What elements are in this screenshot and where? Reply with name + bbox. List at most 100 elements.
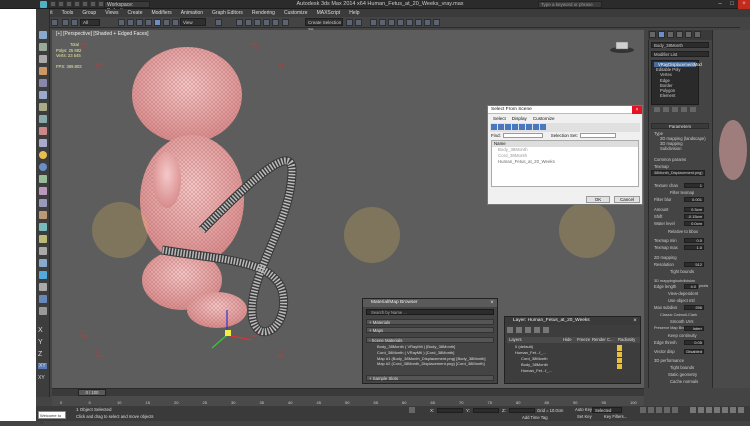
tool-3-icon[interactable] xyxy=(39,55,47,63)
manipulate-icon[interactable] xyxy=(236,19,243,26)
cache-normals-checkbox[interactable]: Cache normals xyxy=(670,379,698,384)
layer-tool-icon[interactable] xyxy=(543,327,549,333)
save-icon[interactable] xyxy=(66,1,72,7)
key-filters-button[interactable]: Key Filters... xyxy=(604,414,627,419)
auto-key-button[interactable]: Auto Key xyxy=(575,407,592,412)
object-name-field[interactable]: Body_38Month xyxy=(651,42,709,48)
ok-button[interactable]: OK xyxy=(586,196,610,203)
modifier-list-dropdown[interactable]: Modifier List xyxy=(651,51,709,57)
zoom-icon[interactable] xyxy=(690,407,696,413)
texmap-min-spinner[interactable]: 0.0 xyxy=(684,238,704,243)
set-key-button[interactable]: Set Key xyxy=(577,414,592,419)
play-icon[interactable] xyxy=(656,407,662,413)
menu-views[interactable]: Views xyxy=(105,10,118,16)
col-render[interactable]: Render xyxy=(592,337,607,343)
sun-icon[interactable] xyxy=(39,151,47,159)
hold-icon[interactable] xyxy=(90,1,96,7)
filter-blur-spinner[interactable]: 0.001 xyxy=(684,197,704,202)
radiosity-icon[interactable] xyxy=(617,358,622,363)
menu-group[interactable]: Group xyxy=(82,10,96,16)
shift-spinner[interactable]: -0.15cm xyxy=(684,214,704,219)
new-icon[interactable] xyxy=(50,1,56,7)
schematic-view-icon[interactable] xyxy=(397,19,404,26)
tool-5-icon[interactable] xyxy=(39,79,47,87)
viewport-label[interactable]: [+] [Perspective] [Shaded + Edged Faces] xyxy=(56,31,149,37)
browser-search[interactable]: Search by Name ... xyxy=(366,309,494,315)
tool-15-icon[interactable] xyxy=(39,199,47,207)
tool-9-icon[interactable] xyxy=(39,127,47,135)
filter-texmap-checkbox[interactable]: Filter texmap xyxy=(670,190,694,195)
layer-tool-icon[interactable] xyxy=(534,327,540,333)
tab-select[interactable]: Select xyxy=(493,116,506,121)
smooth-uvs-checkbox[interactable]: Smooth UVs xyxy=(670,319,694,324)
sphere-icon[interactable] xyxy=(39,163,47,171)
tool-22-icon[interactable] xyxy=(39,283,47,291)
spinner-snap-icon[interactable] xyxy=(272,19,279,26)
x-coord-field[interactable] xyxy=(437,408,463,413)
material-editor-icon[interactable] xyxy=(406,19,413,26)
selection-set-dropdown[interactable] xyxy=(579,133,616,138)
goto-start-icon[interactable] xyxy=(640,407,646,413)
maxscript-listener[interactable]: Welcome to M xyxy=(38,411,66,425)
goto-end-icon[interactable] xyxy=(672,407,678,413)
make-unique-icon[interactable] xyxy=(672,107,678,112)
relative-bbox-checkbox[interactable]: Relative to bbox xyxy=(668,229,698,234)
lock-icon[interactable] xyxy=(409,407,415,413)
vector-disp-dropdown[interactable]: Disabled xyxy=(684,349,704,354)
list-item[interactable]: Map #2 (Cord_38Month_Displacement.png) [… xyxy=(369,361,494,367)
unlink-icon[interactable] xyxy=(71,19,78,26)
add-time-tag[interactable]: Add Time Tag xyxy=(522,415,548,420)
col-radiosity[interactable]: Radiosity xyxy=(618,337,635,343)
zoom-all-icon[interactable] xyxy=(698,407,704,413)
time-slider-thumb[interactable]: 0 / 100 xyxy=(78,389,106,396)
radio-subdivision[interactable]: Subdivision xyxy=(660,146,681,151)
edge-length-spinner[interactable]: 4.0 xyxy=(684,284,698,289)
percent-snap-icon[interactable] xyxy=(263,19,270,26)
radiosity-icon[interactable] xyxy=(617,352,622,357)
resolution-spinner[interactable]: 512 xyxy=(684,262,704,267)
filter-icon[interactable] xyxy=(512,124,518,130)
col-freeze[interactable]: Freeze xyxy=(577,337,592,343)
viewcube[interactable] xyxy=(610,41,634,53)
modify-tab-icon[interactable] xyxy=(658,31,665,38)
render-setup-icon[interactable] xyxy=(415,19,422,26)
tool-10-icon[interactable] xyxy=(39,139,47,147)
prev-frame-icon[interactable] xyxy=(648,407,654,413)
fov-icon[interactable] xyxy=(722,407,728,413)
motion-tab-icon[interactable] xyxy=(676,31,683,38)
tool-4-icon[interactable] xyxy=(39,67,47,75)
link-icon[interactable] xyxy=(62,19,69,26)
snap-toggle-icon[interactable] xyxy=(245,19,252,26)
rect-selection-icon[interactable] xyxy=(136,19,143,26)
tool-16-icon[interactable] xyxy=(39,211,47,219)
layer-tool-icon[interactable] xyxy=(507,327,513,333)
select-by-name-icon[interactable] xyxy=(127,19,134,26)
col-hide[interactable]: Hide xyxy=(563,337,577,343)
create-tab-icon[interactable] xyxy=(649,31,656,38)
pan-icon[interactable] xyxy=(730,407,736,413)
water-level-spinner[interactable]: 0.0cm xyxy=(684,221,704,226)
menu-tools[interactable]: Tools xyxy=(62,10,74,16)
menu-modifiers[interactable]: Modifiers xyxy=(151,10,171,16)
time-slider[interactable]: 0 / 100 xyxy=(52,388,644,396)
filter-icon[interactable] xyxy=(540,124,546,130)
axis-z[interactable]: Z xyxy=(38,351,42,358)
z-coord-field[interactable] xyxy=(509,408,535,413)
layer-manager-icon[interactable] xyxy=(370,19,377,26)
layer-tool-icon[interactable] xyxy=(525,327,531,333)
app-logo-icon[interactable] xyxy=(40,1,47,8)
undo-icon[interactable] xyxy=(74,1,80,7)
stack-item[interactable]: Element xyxy=(654,93,696,98)
filter-icon[interactable] xyxy=(533,124,539,130)
parameters-rollout[interactable]: Parameters xyxy=(651,123,709,129)
tool-19-icon[interactable] xyxy=(39,247,47,255)
col-color[interactable]: C... xyxy=(607,337,618,343)
angle-snap-icon[interactable] xyxy=(254,19,261,26)
redo-icon[interactable] xyxy=(51,19,58,26)
search-input[interactable]: Type a keyword or phrase xyxy=(538,1,602,8)
select-scale-icon[interactable] xyxy=(172,19,179,26)
menu-maxscript[interactable]: MAXScript xyxy=(317,10,341,16)
zoom-extents-all-icon[interactable] xyxy=(714,407,720,413)
layer-tool-icon[interactable] xyxy=(516,327,522,333)
edge-thresh-spinner[interactable]: 0.05 xyxy=(684,340,704,345)
